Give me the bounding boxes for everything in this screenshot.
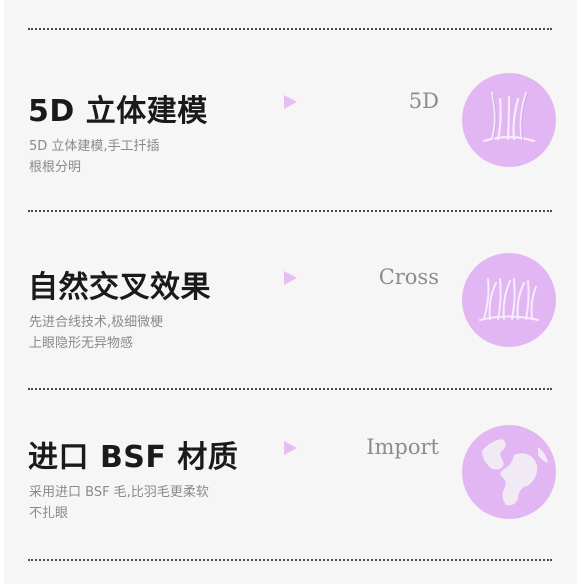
feature-cross: 自然交叉效果 先进合线技术,极细微梗 上眼隐形无异物感 Cross [0,253,581,392]
description-line: 上眼隐形无异物感 [29,336,134,351]
divider [28,388,552,390]
description-line: 采用进口 BSF 毛,比羽毛更柔软 [29,485,209,500]
description-line: 5D 立体建模,手工扦插 [29,139,160,154]
feature-tag: Import [366,435,439,459]
feature-tag: 5D [408,89,439,113]
description-line: 根根分明 [29,160,82,175]
feature-description: 采用进口 BSF 毛,比羽毛更柔软 不扎眼 [29,482,239,524]
feature-tag: Cross [378,265,439,289]
divider [28,559,552,561]
lash-crown-icon [462,73,556,167]
divider [28,210,552,212]
triangle-arrow-icon [284,271,297,285]
feature-description: 5D 立体建模,手工扦插 根根分明 [29,136,239,178]
globe-icon [462,425,556,519]
description-line: 不扎眼 [29,506,69,521]
feature-5d: 5D 立体建模 5D 立体建模,手工扦插 根根分明 5D [0,73,581,216]
divider [28,28,552,30]
description-line: 先进合线技术,极细微梗 [29,315,164,330]
triangle-arrow-icon [284,95,297,109]
feature-import: 进口 BSF 材质 采用进口 BSF 毛,比羽毛更柔软 不扎眼 Import [0,425,581,562]
feature-description: 先进合线技术,极细微梗 上眼隐形无异物感 [29,312,239,354]
feature-title: 5D 立体建模 [28,94,208,129]
feature-title: 进口 BSF 材质 [28,440,239,475]
feature-title: 自然交叉效果 [28,270,211,305]
cross-lash-icon [462,253,556,347]
triangle-arrow-icon [284,441,297,455]
